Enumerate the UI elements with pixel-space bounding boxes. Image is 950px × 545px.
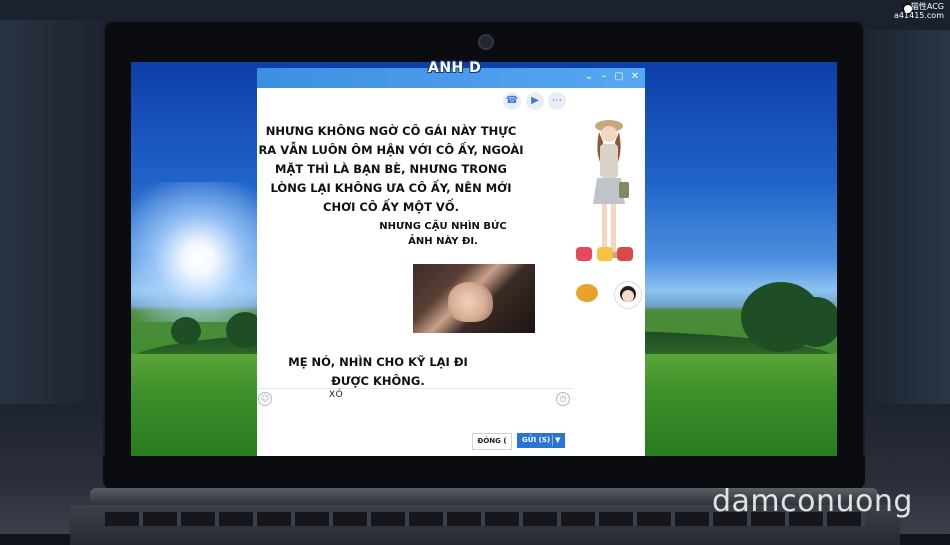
input-divider bbox=[258, 388, 572, 389]
more-icon[interactable]: ⋯ bbox=[548, 92, 566, 110]
chat-message: NHƯNG KHÔNG NGỜ CÔ GÁI NÀY THỰC RA VẪN L… bbox=[258, 124, 524, 214]
close-button[interactable]: ĐÓNG ( bbox=[472, 433, 512, 450]
wallpaper-tree bbox=[171, 317, 201, 345]
heart-sticker-icon[interactable] bbox=[576, 247, 592, 261]
clock-icon[interactable]: ◷ bbox=[556, 392, 570, 406]
message-input[interactable]: XÓ bbox=[329, 390, 344, 400]
phone-icon[interactable]: ☎ bbox=[503, 92, 521, 110]
emoji-icon[interactable]: ☺ bbox=[258, 392, 272, 406]
chat-message: NHƯNG CẬU NHÌN BỨC ẢNH NÀY ĐI. bbox=[379, 221, 507, 247]
minimize-icon[interactable]: – bbox=[598, 71, 610, 82]
chat-title: ANH D bbox=[428, 60, 482, 76]
room-curtain-right bbox=[860, 30, 950, 410]
room-curtain-left bbox=[0, 20, 105, 410]
video-icon[interactable]: ▶ bbox=[526, 92, 544, 110]
contact-avatar[interactable] bbox=[614, 281, 642, 309]
webcam-icon bbox=[478, 34, 494, 50]
star-sticker-icon[interactable] bbox=[597, 247, 613, 261]
chat-photo[interactable] bbox=[413, 264, 535, 333]
send-button[interactable]: GỬI (S) ▼ bbox=[517, 433, 565, 448]
chat-message: MẸ NÓ, NHÌN CHO KỸ LẠI ĐI ĐƯỢC KHÔNG. bbox=[288, 355, 468, 388]
wallpaper-tree bbox=[791, 297, 837, 347]
chevron-down-icon[interactable]: ⌄ bbox=[583, 71, 595, 82]
watermark-top: 猫性ACG a41415.com bbox=[894, 2, 944, 20]
watermark-bottom: damconuong bbox=[712, 484, 913, 519]
pet-sticker-icon[interactable] bbox=[576, 284, 598, 302]
avatar-face-icon bbox=[620, 286, 636, 302]
send-button-label: GỬI (S) bbox=[522, 436, 551, 444]
gift-sticker-icon[interactable] bbox=[617, 247, 633, 261]
watermark-top-line1: 猫性ACG bbox=[910, 2, 944, 11]
chevron-down-icon[interactable]: ▼ bbox=[555, 433, 560, 448]
send-button-divider bbox=[552, 435, 553, 446]
close-icon[interactable]: ✕ bbox=[629, 71, 641, 82]
maximize-icon[interactable]: ▢ bbox=[613, 71, 625, 82]
watermark-top-line2: a41415.com bbox=[894, 11, 944, 20]
